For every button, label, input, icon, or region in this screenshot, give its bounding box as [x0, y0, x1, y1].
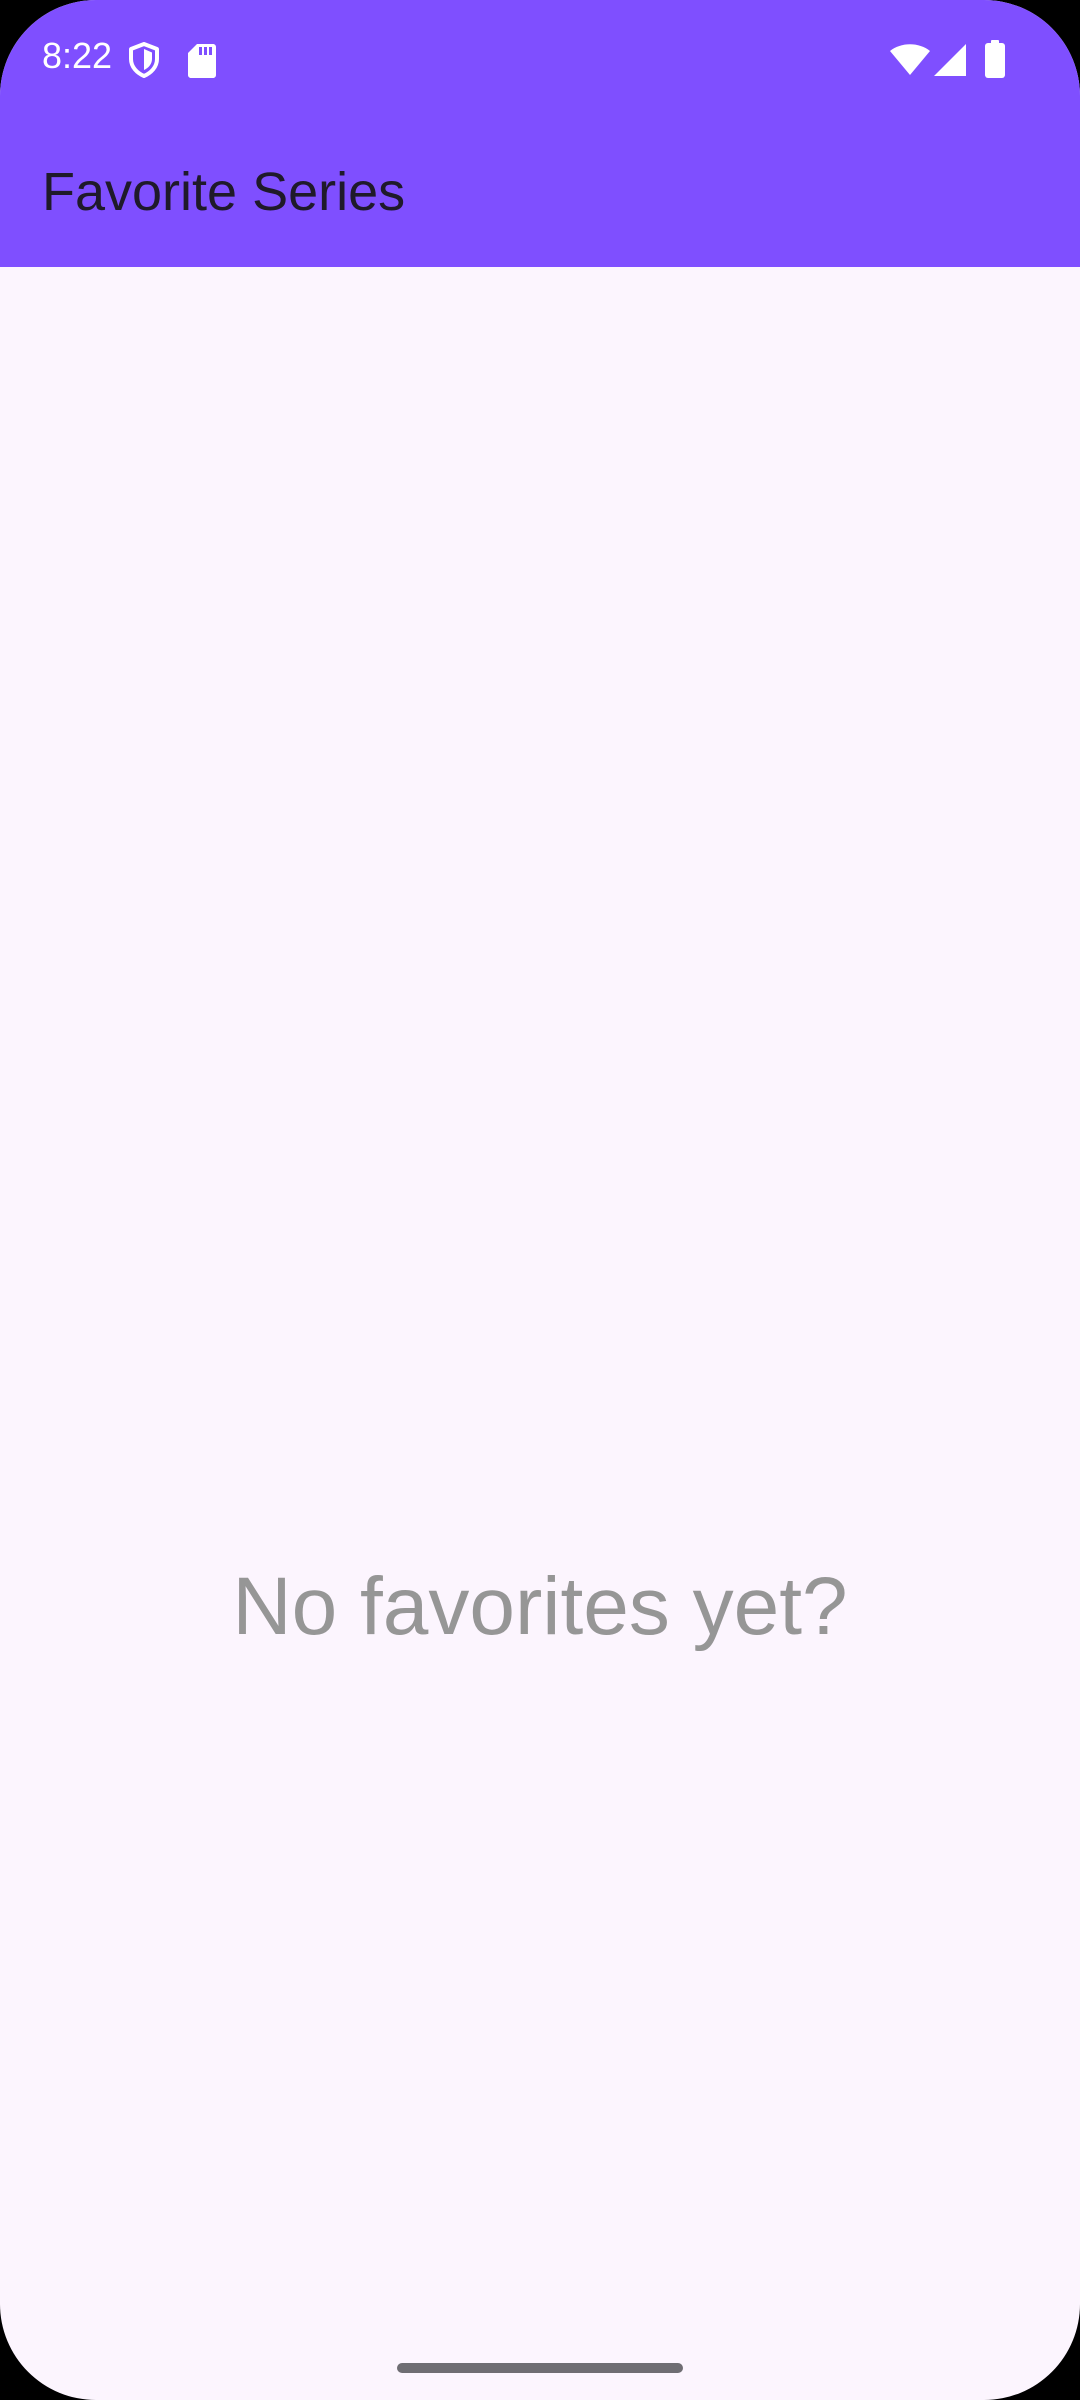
phone-screen: 8:22 Favorite Series No favorites yet? [0, 0, 1080, 2400]
empty-state-message: No favorites yet? [232, 1561, 848, 1652]
battery-icon [985, 40, 1005, 78]
app-header: 8:22 Favorite Series [0, 0, 1080, 267]
gesture-navigation-handle[interactable] [397, 2363, 683, 2373]
favorites-content: No favorites yet? [0, 267, 1080, 2400]
page-title: Favorite Series [42, 162, 406, 222]
status-time: 8:22 [42, 35, 113, 76]
status-bar: 8:22 [0, 0, 1080, 120]
shield-icon [129, 42, 159, 78]
cellular-signal-icon [934, 44, 966, 76]
sd-card-icon [188, 44, 216, 78]
wifi-icon [890, 44, 930, 75]
